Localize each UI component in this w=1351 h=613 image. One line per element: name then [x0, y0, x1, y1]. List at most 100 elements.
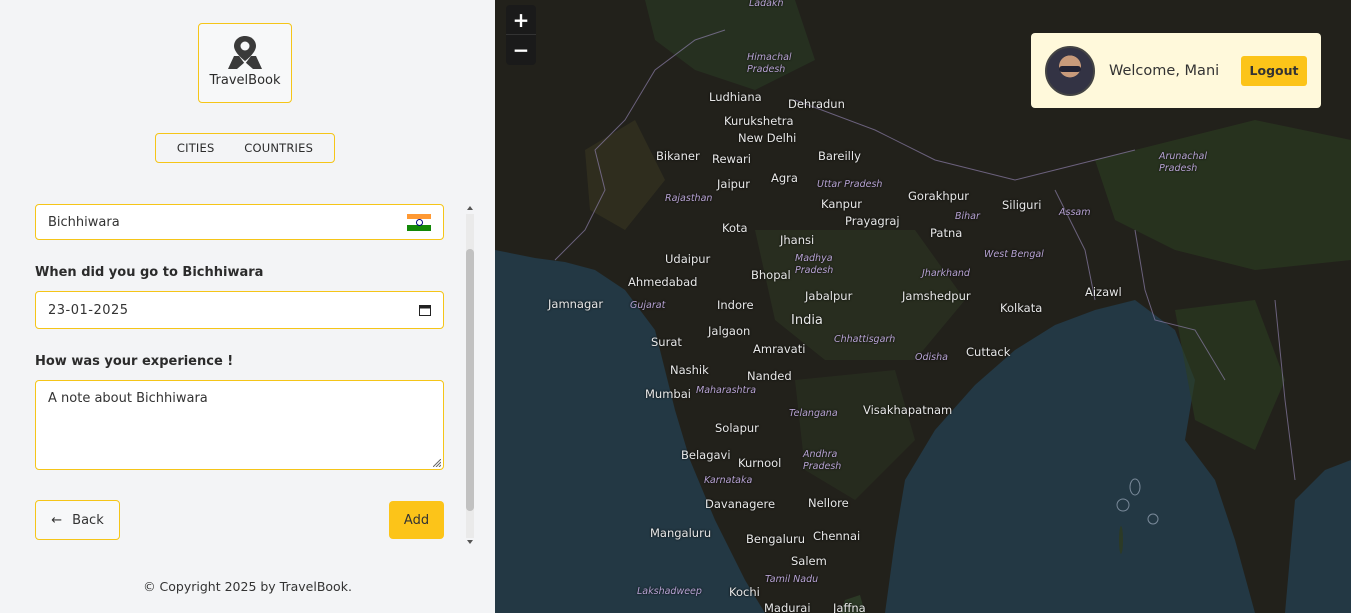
- map-label: Lakshadweep: [637, 586, 702, 597]
- map-label: Madurai: [764, 601, 811, 613]
- form-scrollbar[interactable]: [464, 204, 474, 548]
- map-label: Madhya Pradesh: [795, 253, 834, 276]
- map-label: Jaipur: [717, 177, 750, 191]
- map-label: Nashik: [670, 363, 709, 377]
- zoom-in-button[interactable]: +: [506, 5, 536, 35]
- map-label: Kochi: [729, 585, 760, 599]
- map-label: Surat: [651, 335, 682, 349]
- map-label: Patna: [930, 226, 963, 240]
- scroll-up-icon[interactable]: [467, 206, 473, 210]
- resize-handle-icon[interactable]: [433, 459, 441, 467]
- map-label: Mangaluru: [650, 526, 712, 540]
- map-label: Aizawl: [1085, 285, 1122, 299]
- map-label: New Delhi: [738, 131, 797, 145]
- map-label: Kurukshetra: [724, 114, 794, 128]
- app-logo[interactable]: TravelBook: [198, 23, 292, 103]
- map-label: Chhattisgarh: [834, 334, 896, 345]
- map-label: Kanpur: [821, 197, 862, 211]
- add-label: Add: [403, 512, 430, 528]
- map-label: Bikaner: [656, 149, 700, 163]
- map-label: Agra: [771, 171, 798, 185]
- date-input[interactable]: 23-01-2025: [35, 291, 444, 329]
- map-label: Rewari: [712, 152, 751, 166]
- map-label: Salem: [791, 554, 827, 568]
- note-placeholder: A note about Bichhiwara: [48, 391, 208, 406]
- map-label: Gujarat: [630, 300, 666, 311]
- map-label: Nanded: [747, 369, 792, 383]
- map-label: Bareilly: [818, 149, 861, 163]
- date-value: 23-01-2025: [48, 302, 129, 318]
- arrow-left-icon: ←: [51, 512, 63, 528]
- map-label: Assam: [1059, 207, 1091, 218]
- map-label: Amravati: [753, 342, 806, 356]
- map-label: Kurnool: [738, 456, 782, 470]
- map-label: Ludhiana: [709, 90, 762, 104]
- welcome-text: Welcome, Mani: [1109, 62, 1220, 79]
- app-name: TravelBook: [209, 73, 281, 88]
- map-label: Nellore: [808, 496, 849, 510]
- city-value: Bichhiwara: [48, 214, 120, 230]
- map-label: Jhansi: [780, 233, 815, 247]
- map-label: Prayagraj: [845, 214, 900, 228]
- experience-label: How was your experience !: [35, 354, 234, 369]
- map-label: Cuttack: [966, 345, 1011, 359]
- map-label: Andhra Pradesh: [803, 449, 842, 472]
- map-label: Ahmedabad: [628, 275, 698, 289]
- map-label: Rajasthan: [665, 193, 713, 204]
- back-button[interactable]: ← Back: [35, 500, 120, 540]
- map-label: Chennai: [813, 529, 861, 543]
- map-label: Jamnagar: [548, 297, 604, 311]
- map-label: Odisha: [915, 352, 948, 363]
- map-label: Telangana: [789, 408, 838, 419]
- map-label: Jaffna: [833, 601, 866, 613]
- note-textarea[interactable]: A note about Bichhiwara: [35, 380, 444, 470]
- add-button[interactable]: Add: [389, 501, 444, 539]
- view-toggle: CITIES COUNTRIES: [155, 133, 335, 163]
- map-label: Udaipur: [665, 252, 711, 266]
- map-label: Bihar: [955, 211, 980, 222]
- zoom-out-button[interactable]: −: [506, 35, 536, 65]
- tab-countries[interactable]: COUNTRIES: [244, 141, 313, 155]
- tab-cities[interactable]: CITIES: [177, 141, 215, 155]
- back-label: Back: [72, 512, 104, 528]
- scroll-down-icon[interactable]: [467, 540, 473, 544]
- map-label: Mumbai: [645, 387, 691, 401]
- map-label: Arunachal Pradesh: [1159, 151, 1207, 174]
- map-label: West Bengal: [984, 249, 1044, 260]
- map-label: Uttar Pradesh: [817, 179, 883, 190]
- map-label: Kolkata: [1000, 301, 1043, 315]
- map-label: India: [791, 313, 823, 328]
- scroll-thumb[interactable]: [466, 249, 474, 511]
- map-label: Ladakh: [749, 0, 784, 9]
- map-label: Gorakhpur: [908, 189, 969, 203]
- map-label: Indore: [717, 298, 754, 312]
- map-label: Kota: [722, 221, 748, 235]
- map-label: Karnataka: [704, 475, 753, 486]
- avatar: [1045, 45, 1095, 96]
- zoom-controls: + −: [506, 5, 536, 65]
- sidebar: TravelBook CITIES COUNTRIES Bichhiwara W…: [0, 0, 495, 613]
- map-label: Jabalpur: [805, 289, 853, 303]
- user-welcome-card: Welcome, Mani Logout: [1031, 33, 1321, 108]
- calendar-icon[interactable]: [419, 304, 431, 316]
- map-label: Bhopal: [751, 268, 791, 282]
- world-map[interactable]: Ladakh Himachal Pradesh Ludhiana Dehradu…: [495, 0, 1351, 613]
- map-label: Jalgaon: [708, 324, 751, 338]
- map-label: Dehradun: [788, 97, 845, 111]
- map-label: Jamshedpur: [902, 289, 971, 303]
- map-label: Davanagere: [705, 497, 776, 511]
- map-label: Solapur: [715, 421, 759, 435]
- date-label: When did you go to Bichhiwara: [35, 265, 264, 280]
- logout-button[interactable]: Logout: [1241, 55, 1307, 86]
- map-label: Maharashtra: [696, 385, 757, 396]
- map-label: Jharkhand: [922, 268, 970, 279]
- map-label: Visakhapatnam: [863, 403, 953, 417]
- city-field[interactable]: Bichhiwara: [35, 204, 444, 240]
- map-label: Siliguri: [1002, 198, 1042, 212]
- map-pin-icon: [228, 36, 262, 69]
- add-city-form: Bichhiwara When did you go to Bichhiwara…: [0, 200, 495, 550]
- map-label: Tamil Nadu: [765, 574, 819, 585]
- india-flag-icon: [407, 213, 431, 231]
- footer-copyright: © Copyright 2025 by TravelBook.: [143, 579, 352, 594]
- map-label: Bengaluru: [746, 532, 806, 546]
